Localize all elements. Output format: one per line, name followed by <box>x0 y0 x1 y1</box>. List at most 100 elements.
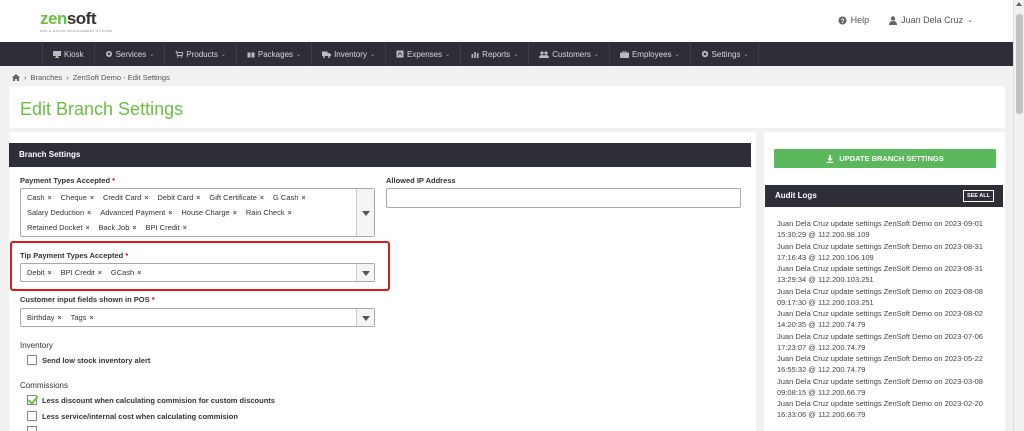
remove-tag-icon[interactable]: × <box>288 210 292 217</box>
tag-label: Tags <box>70 313 87 322</box>
gear-icon <box>105 50 113 58</box>
next-option-row[interactable] <box>27 426 37 431</box>
tip-payment-types-dropdown-arrow[interactable] <box>356 264 374 281</box>
home-icon[interactable] <box>12 74 20 81</box>
receipt-icon <box>396 50 404 58</box>
audit-log-list: Juan Dela Cruz update settings ZenSoft D… <box>777 218 997 421</box>
customer-fields-dropdown-arrow[interactable] <box>356 309 374 326</box>
nav-item-label: Employees <box>631 49 672 59</box>
brand-logo[interactable]: zensoft SPA & SALON MANAGEMENT SYSTEM <box>40 10 113 34</box>
customer-fields-select[interactable]: Birthday × Tags × <box>20 308 375 327</box>
scroll-thumb[interactable] <box>1016 14 1023 114</box>
tag-label: Cheque <box>60 193 87 202</box>
tag-label: Retained Docket <box>27 223 83 232</box>
remove-tag-icon[interactable]: × <box>87 210 91 217</box>
nav-item-expenses[interactable]: Expenses ⌄ <box>386 42 462 66</box>
nav-item-settings[interactable]: Settings ⌄ <box>691 42 760 66</box>
tag-label: BPI Credit <box>145 223 180 232</box>
chevron-down-icon: ⌄ <box>149 51 155 58</box>
tag-chip: GCash × <box>111 267 141 279</box>
remove-tag-icon[interactable]: × <box>89 315 93 322</box>
help-label: Help <box>850 15 870 25</box>
low-stock-alert-label: Send low stock inventory alert <box>42 355 151 365</box>
tag-chip: Debit × <box>27 267 52 279</box>
remove-tag-icon[interactable]: × <box>196 195 200 202</box>
tag-label: Debit Card <box>157 193 194 202</box>
nav-item-reports[interactable]: Reports ⌄ <box>461 42 530 66</box>
less-discount-row[interactable]: Less discount when calculating commision… <box>27 395 275 405</box>
remove-tag-icon[interactable]: × <box>98 270 102 277</box>
top-bar: zensoft SPA & SALON MANAGEMENT SYSTEM ? … <box>0 0 1013 42</box>
title-panel: Edit Branch Settings <box>9 86 1005 128</box>
remove-tag-icon[interactable]: × <box>301 195 305 202</box>
low-stock-alert-checkbox[interactable] <box>27 355 37 365</box>
remove-tag-icon[interactable]: × <box>132 225 136 232</box>
payment-types-tags: Cash × Cheque × Credit Card × Debit Card × Gift … <box>21 189 374 236</box>
audit-log-entry: Juan Dela Cruz update settings ZenSoft D… <box>777 354 983 374</box>
remove-tag-icon[interactable]: × <box>260 195 264 202</box>
chevron-down-icon: ⌄ <box>445 51 451 58</box>
nav-item-label: Customers <box>552 49 591 59</box>
nav-item-products[interactable]: Products ⌄ <box>165 42 237 66</box>
page-scrollbar[interactable] <box>1013 0 1024 431</box>
nav-item-services[interactable]: Services ⌄ <box>95 42 166 66</box>
remove-tag-icon[interactable]: × <box>48 270 52 277</box>
tag-chip: Retained Docket × <box>27 222 90 234</box>
nav-item-inventory[interactable]: Inventory ⌄ <box>312 42 386 66</box>
tag-label: G Cash <box>273 193 299 202</box>
next-option-checkbox[interactable] <box>27 426 37 431</box>
tag-label: Cash <box>27 193 45 202</box>
less-discount-checkbox[interactable] <box>27 395 37 405</box>
tag-label: Gift Certificate <box>209 193 257 202</box>
scroll-up-arrow[interactable] <box>1016 2 1022 6</box>
bar-chart-icon <box>471 51 479 58</box>
svg-text:?: ? <box>840 17 844 24</box>
user-menu[interactable]: Juan Dela Cruz ⌄ <box>889 15 973 25</box>
chevron-down-icon: ⌄ <box>593 51 599 58</box>
nav-item-customers[interactable]: Customers ⌄ <box>529 42 610 66</box>
tag-label: Back Job <box>98 223 130 232</box>
nav-item-employees[interactable]: Employees ⌄ <box>610 42 691 66</box>
nav-item-kiosk[interactable]: Kiosk <box>42 42 95 66</box>
allowed-ip-input[interactable] <box>386 188 741 208</box>
audit-log-entry: Juan Dela Cruz update settings ZenSoft D… <box>777 219 983 239</box>
remove-tag-icon[interactable]: × <box>85 225 89 232</box>
remove-tag-icon[interactable]: × <box>183 225 187 232</box>
payment-types-select[interactable]: Cash × Cheque × Credit Card × Debit Card × Gift … <box>20 188 375 237</box>
payment-types-dropdown-arrow[interactable] <box>356 189 374 236</box>
tag-chip: Cheque × <box>61 192 94 204</box>
less-service-row[interactable]: Less service/internal cost when calculat… <box>27 411 238 421</box>
help-link[interactable]: ? Help <box>838 15 870 25</box>
low-stock-alert-row[interactable]: Send low stock inventory alert <box>27 355 150 365</box>
tag-label: Credit Card <box>102 193 142 202</box>
nav-item-label: Services <box>115 49 147 59</box>
tag-chip: BPI Credit × <box>146 222 187 234</box>
tip-payment-types-tags: Debit × BPI Credit × GCash × <box>21 264 374 281</box>
remove-tag-icon[interactable]: × <box>144 195 148 202</box>
remove-tag-icon[interactable]: × <box>58 315 62 322</box>
tip-payment-types-select[interactable]: Debit × BPI Credit × GCash × <box>20 263 375 282</box>
brand-tagline: SPA & SALON MANAGEMENT SYSTEM <box>40 29 113 33</box>
tag-chip: Rain Check × <box>246 207 292 219</box>
desktop-icon <box>53 50 61 58</box>
less-service-checkbox[interactable] <box>27 411 37 421</box>
customer-fields-tags: Birthday × Tags × <box>21 309 374 326</box>
audit-log-entry: Juan Dela Cruz update settings ZenSoft D… <box>777 264 983 284</box>
user-name: Juan Dela Cruz <box>901 15 964 25</box>
breadcrumb-branches[interactable]: Branches <box>31 73 63 82</box>
update-branch-settings-button[interactable]: UPDATE BRANCH SETTINGS <box>774 149 996 168</box>
remove-tag-icon[interactable]: × <box>233 210 237 217</box>
tag-label: Advanced Payment <box>100 208 166 217</box>
nav-item-packages[interactable]: Packages ⌄ <box>237 42 313 66</box>
nav-item-label: Expenses <box>407 49 443 59</box>
see-all-button[interactable]: SEE ALL <box>962 190 994 202</box>
remove-tag-icon[interactable]: × <box>48 195 52 202</box>
nav-item-label: Settings <box>711 49 741 59</box>
chevron-down-icon: ⌄ <box>674 51 680 58</box>
less-discount-label: Less discount when calculating commision… <box>42 395 275 405</box>
remove-tag-icon[interactable]: × <box>137 270 141 277</box>
audit-log-entry: Juan Dela Cruz update settings ZenSoft D… <box>777 399 983 419</box>
employees-icon <box>619 50 629 58</box>
remove-tag-icon[interactable]: × <box>168 210 172 217</box>
remove-tag-icon[interactable]: × <box>90 195 94 202</box>
